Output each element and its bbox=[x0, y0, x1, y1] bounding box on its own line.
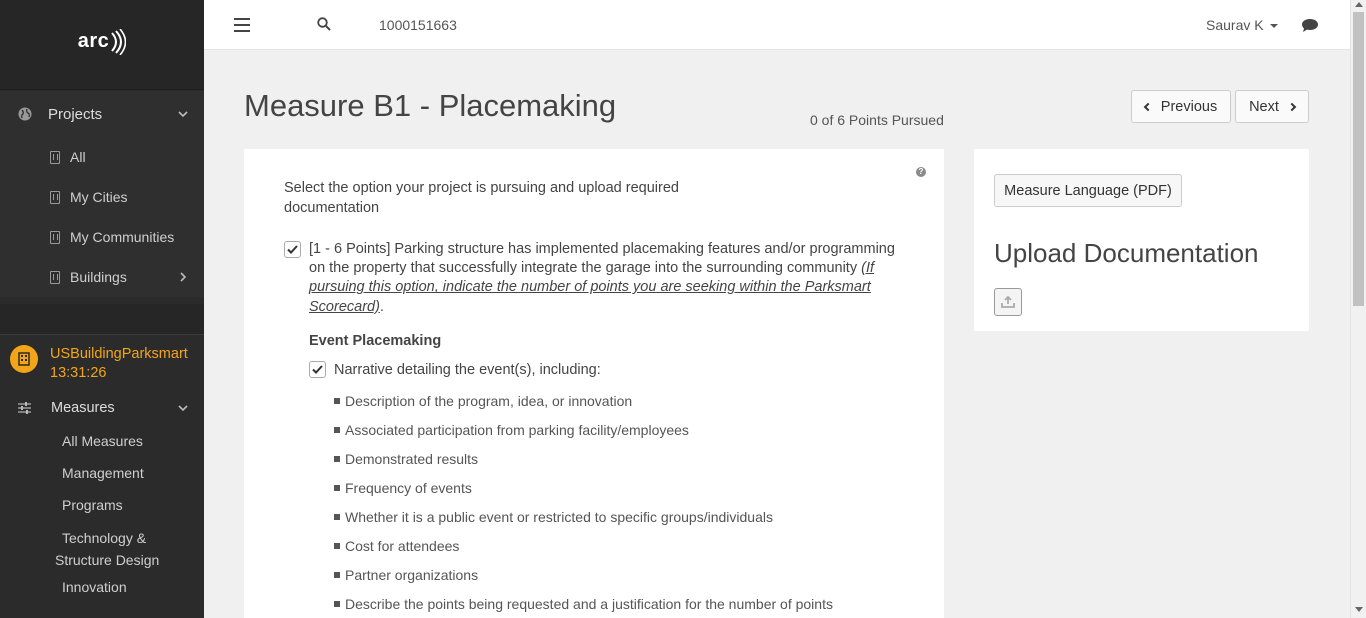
logo-text: arc bbox=[77, 30, 110, 52]
chevron-down-icon bbox=[178, 405, 188, 412]
list-item: Cost for attendees bbox=[334, 538, 833, 567]
instructions: Select the option your project is pursui… bbox=[284, 180, 679, 216]
current-building[interactable]: USBuildingParksmart 13:31:26 bbox=[0, 334, 204, 389]
sidebar-item-my-communities[interactable]: My Communities bbox=[0, 217, 204, 257]
building-icon bbox=[10, 345, 38, 373]
measure-language-pdf-button[interactable]: Measure Language (PDF) bbox=[994, 174, 1182, 207]
sidebar-item-label: All bbox=[70, 149, 86, 165]
sliders-icon bbox=[18, 402, 31, 414]
building-name: USBuildingParksmart 13:31:26 bbox=[50, 346, 188, 381]
sidebar-item-all[interactable]: All bbox=[0, 137, 204, 177]
chat-icon[interactable] bbox=[1301, 18, 1319, 33]
list-item: Whether it is a public event or restrict… bbox=[334, 509, 833, 538]
points-pursued: 0 of 6 Points Pursued bbox=[810, 112, 944, 128]
sidebar-divider bbox=[0, 304, 204, 334]
event-placemaking-heading: Event Placemaking bbox=[309, 333, 442, 349]
sidebar-item-innovation[interactable]: Innovation bbox=[0, 571, 204, 603]
sidebar-item-programs[interactable]: Programs bbox=[0, 489, 204, 521]
chevron-left-icon bbox=[1143, 102, 1153, 111]
previous-label: Previous bbox=[1160, 98, 1218, 115]
globe-icon bbox=[18, 107, 32, 121]
sidebar-item-all-measures[interactable]: All Measures bbox=[0, 425, 204, 457]
building-icon bbox=[50, 230, 60, 244]
option-description: [1 - 6 Points] Parking structure has imp… bbox=[309, 241, 895, 277]
chevron-right-icon bbox=[1287, 102, 1297, 111]
list-item: Demonstrated results bbox=[334, 451, 833, 480]
upload-icon[interactable] bbox=[994, 288, 1022, 316]
chevron-right-icon bbox=[180, 272, 187, 282]
scroll-thumb[interactable] bbox=[1353, 12, 1364, 306]
list-item: Partner organizations bbox=[334, 567, 833, 596]
search-input[interactable]: 1000151663 bbox=[379, 17, 457, 33]
top-bar: 1000151663 Saurav K bbox=[204, 0, 1350, 50]
sidebar-item-projects[interactable]: Projects bbox=[0, 91, 204, 137]
sidebar-item-label: My Cities bbox=[70, 189, 128, 205]
sidebar-item-measures[interactable]: Measures bbox=[0, 391, 204, 425]
caret-down-icon bbox=[1269, 24, 1278, 28]
narrative-label: Narrative detailing the event(s), includ… bbox=[334, 362, 601, 378]
logo-area: arc bbox=[0, 0, 204, 90]
list-item: Description of the program, idea, or inn… bbox=[334, 393, 833, 422]
page-scrollbar[interactable] bbox=[1350, 0, 1366, 618]
list-item: Describe the points being requested and … bbox=[334, 596, 833, 618]
search-icon[interactable] bbox=[317, 17, 331, 31]
user-name: Saurav K bbox=[1206, 17, 1264, 33]
sidebar: arc Projects All My Cities My Communitie… bbox=[0, 0, 204, 618]
logo-waves-icon bbox=[111, 28, 127, 55]
measure-card: ? Select the option your project is purs… bbox=[244, 149, 944, 618]
sidebar-item-management[interactable]: Management bbox=[0, 457, 204, 489]
chevron-down-icon bbox=[178, 111, 188, 118]
next-label: Next bbox=[1249, 98, 1279, 115]
sidebar-item-label: Projects bbox=[48, 105, 103, 123]
sidebar-item-buildings[interactable]: Buildings bbox=[0, 257, 204, 297]
sidebar-item-label: My Communities bbox=[70, 229, 175, 245]
list-item: Associated participation from parking fa… bbox=[334, 422, 833, 451]
help-icon[interactable]: ? bbox=[916, 167, 926, 177]
projects-submenu: All My Cities My Communities Buildings bbox=[0, 137, 204, 297]
previous-button[interactable]: Previous bbox=[1131, 90, 1231, 123]
documentation-card: Measure Language (PDF) Upload Documentat… bbox=[974, 149, 1309, 331]
narrative-checkbox[interactable] bbox=[309, 361, 326, 378]
scroll-up-icon[interactable] bbox=[1355, 2, 1363, 7]
sidebar-item-label: Measures bbox=[51, 400, 115, 416]
building-icon bbox=[50, 190, 60, 204]
sidebar-item-technology-structure-design[interactable]: Technology & Structure Design bbox=[0, 521, 204, 571]
arc-logo[interactable]: arc bbox=[77, 28, 127, 55]
building-icon bbox=[50, 270, 60, 284]
sidebar-item-my-cities[interactable]: My Cities bbox=[0, 177, 204, 217]
scroll-down-icon[interactable] bbox=[1355, 607, 1363, 612]
user-menu[interactable]: Saurav K bbox=[1206, 17, 1278, 33]
list-item: Frequency of events bbox=[334, 480, 833, 509]
hamburger-menu-icon[interactable] bbox=[234, 18, 250, 32]
option-text: [1 - 6 Points] Parking structure has imp… bbox=[309, 241, 895, 315]
building-icon bbox=[50, 150, 60, 164]
next-button[interactable]: Next bbox=[1235, 90, 1309, 123]
page-title: Measure B1 - Placemaking bbox=[244, 88, 617, 123]
checkmark-icon bbox=[312, 365, 323, 374]
sidebar-item-label: Buildings bbox=[70, 269, 127, 285]
option-checkbox[interactable] bbox=[284, 241, 301, 258]
requirements-list: Description of the program, idea, or inn… bbox=[334, 393, 833, 618]
upload-documentation-title: Upload Documentation bbox=[994, 238, 1259, 268]
checkmark-icon bbox=[287, 245, 298, 254]
